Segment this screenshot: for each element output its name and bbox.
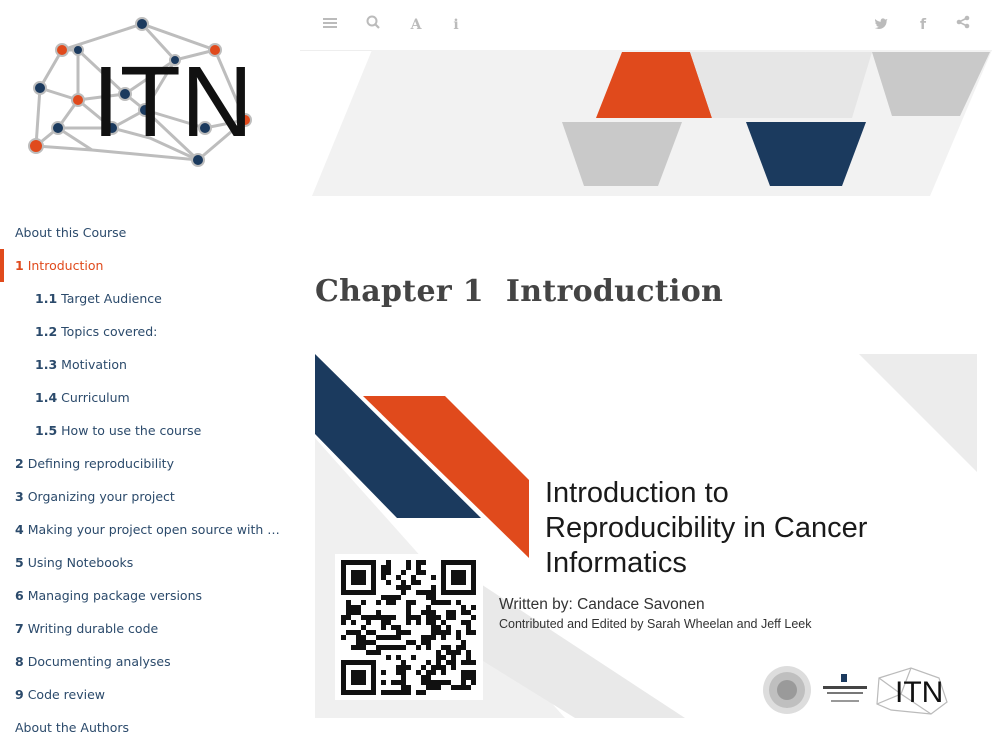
info-icon[interactable]: i bbox=[446, 15, 466, 35]
sidebar-item-number: 1.1 bbox=[35, 291, 58, 306]
sidebar-item-label: About the Authors bbox=[15, 720, 130, 735]
sidebar-item[interactable]: 1.2 Topics covered: bbox=[0, 315, 280, 348]
sidebar-item-label: Introduction bbox=[27, 258, 104, 273]
sidebar-item[interactable]: 8 Documenting analyses bbox=[0, 645, 280, 678]
sidebar-item-label: How to use the course bbox=[61, 423, 202, 438]
sidebar-item[interactable]: 3 Organizing your project bbox=[0, 480, 280, 513]
chapter-title: Introduction bbox=[505, 274, 724, 309]
sidebar-item-label: About this Course bbox=[15, 225, 127, 240]
qr-code bbox=[335, 554, 483, 700]
sidebar-item[interactable]: 6 Managing package versions bbox=[0, 579, 280, 612]
sidebar-item-label: Using Notebooks bbox=[27, 555, 134, 570]
sidebar-item-number: 1.2 bbox=[35, 324, 58, 339]
sidebar-item-number: 7 bbox=[15, 621, 24, 636]
course-title-slide: Introduction to Reproducibility in Cance… bbox=[315, 354, 977, 718]
slide-title-line: Introduction to bbox=[545, 477, 729, 509]
sidebar-item-number: 1.5 bbox=[35, 423, 58, 438]
facebook-icon[interactable]: f bbox=[913, 15, 933, 35]
slide-title-line: Informatics bbox=[545, 547, 687, 579]
johns-hopkins-logo-icon bbox=[823, 674, 867, 702]
slide-author: Written by: Candace Savonen bbox=[499, 596, 705, 613]
sidebar-item-label: Managing package versions bbox=[27, 588, 203, 603]
sidebar-item[interactable]: 5 Using Notebooks bbox=[0, 546, 280, 579]
sidebar-item-label: Curriculum bbox=[61, 390, 130, 405]
itn-logo[interactable]: ITN bbox=[20, 14, 280, 174]
twitter-icon[interactable] bbox=[871, 15, 891, 35]
sidebar-item-label: Organizing your project bbox=[27, 489, 175, 504]
sidebar: ITN About this Course 1 Introduction 1.1 Tar… bbox=[0, 0, 300, 744]
sidebar-item-number: 8 bbox=[15, 654, 24, 669]
sidebar-item-label: Documenting analyses bbox=[27, 654, 171, 669]
sidebar-item-label: Topics covered: bbox=[61, 324, 158, 339]
sidebar-item-label: Writing durable code bbox=[27, 621, 159, 636]
sidebar-item[interactable]: 2 Defining reproducibility bbox=[0, 447, 280, 480]
sidebar-item-number: 1.4 bbox=[35, 390, 58, 405]
top-toolbar: A i f bbox=[300, 0, 992, 51]
sidebar-item[interactable]: 7 Writing durable code bbox=[0, 612, 280, 645]
slide-title-line: Reproducibility in Cancer bbox=[545, 512, 868, 544]
sidebar-item[interactable]: 1.1 Target Audience bbox=[0, 282, 280, 315]
sidebar-item[interactable]: 9 Code review bbox=[0, 678, 280, 711]
sidebar-item-number: 4 bbox=[15, 522, 24, 537]
sidebar-item-number: 1 bbox=[15, 258, 24, 273]
chapter-number: Chapter 1 bbox=[315, 274, 484, 309]
sidebar-item-number: 5 bbox=[15, 555, 24, 570]
slide-title: Introduction to Reproducibility in Cance… bbox=[545, 476, 965, 581]
sidebar-item[interactable]: 1 Introduction bbox=[0, 249, 280, 282]
sidebar-item[interactable]: 1.4 Curriculum bbox=[0, 381, 280, 414]
list-icon[interactable] bbox=[320, 15, 340, 35]
sidebar-item[interactable]: About the Authors bbox=[0, 711, 280, 744]
sidebar-item-label: Making your project open source with … bbox=[27, 522, 280, 537]
partner-logos: ITN bbox=[763, 666, 948, 715]
sidebar-item-label: Defining reproducibility bbox=[27, 456, 174, 471]
sidebar-item-number: 9 bbox=[15, 687, 24, 702]
table-of-contents: About this Course 1 Introduction 1.1 Target … bbox=[0, 216, 300, 744]
logo-text: ITN bbox=[92, 46, 253, 158]
chapter-heading: Chapter 1 Introduction bbox=[315, 274, 723, 309]
slide-contributors: Contributed and Edited by Sarah Wheelan … bbox=[499, 617, 812, 631]
sidebar-item[interactable]: 1.5 How to use the course bbox=[0, 414, 280, 447]
sidebar-item[interactable]: About this Course bbox=[0, 216, 280, 249]
sidebar-item-number: 3 bbox=[15, 489, 24, 504]
sidebar-item-number: 1.3 bbox=[35, 357, 58, 372]
sidebar-item-number: 2 bbox=[15, 456, 24, 471]
sidebar-item-number: 6 bbox=[15, 588, 24, 603]
fred-hutch-logo-icon bbox=[763, 666, 811, 714]
sidebar-item-label: Target Audience bbox=[61, 291, 162, 306]
header-banner bbox=[312, 50, 992, 196]
sidebar-item[interactable]: 4 Making your project open source with … bbox=[0, 513, 280, 546]
partner-itn-text: ITN bbox=[895, 676, 943, 709]
sidebar-item-label: Motivation bbox=[61, 357, 127, 372]
font-icon[interactable]: A bbox=[406, 15, 426, 35]
share-icon[interactable] bbox=[953, 15, 973, 35]
sidebar-item-label: Code review bbox=[27, 687, 106, 702]
sidebar-item[interactable]: 1.3 Motivation bbox=[0, 348, 280, 381]
search-icon[interactable] bbox=[363, 15, 383, 35]
